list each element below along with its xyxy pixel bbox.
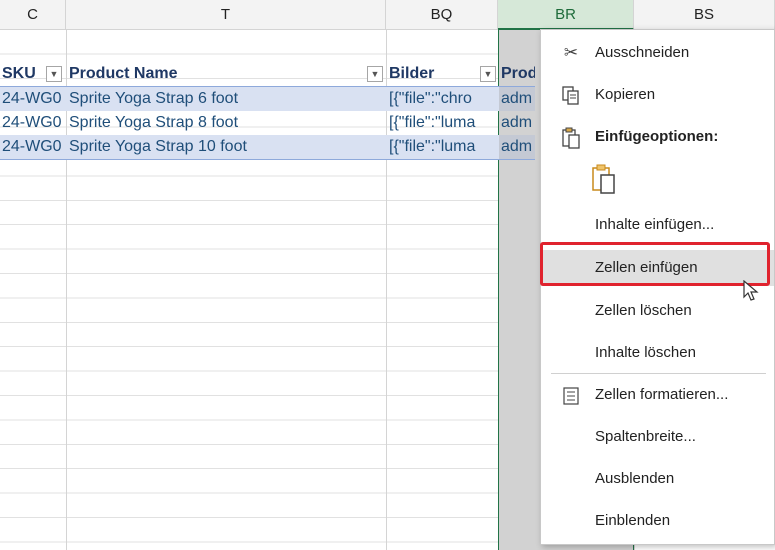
scissors-icon: ✂	[563, 43, 579, 62]
table-row: 24-WG0 Sprite Yoga Strap 10 foot [{"file…	[0, 135, 535, 160]
cell-prod[interactable]: adm	[499, 87, 535, 111]
cell-product-name[interactable]: Sprite Yoga Strap 8 foot	[67, 111, 386, 135]
cell-sku[interactable]: 24-WG0	[0, 111, 66, 135]
mouse-cursor-icon	[743, 279, 759, 307]
cell-prod[interactable]: adm	[499, 111, 535, 135]
filter-dropdown-icon[interactable]: ▼	[46, 66, 62, 82]
cell-product-name[interactable]: Sprite Yoga Strap 6 foot	[67, 87, 386, 111]
column-header-br[interactable]: BR	[498, 0, 634, 30]
highlight-box	[540, 242, 770, 286]
paste-button[interactable]	[541, 160, 774, 200]
format-cells-icon	[559, 380, 583, 410]
cell-product-name[interactable]: Sprite Yoga Strap 10 foot	[67, 135, 386, 159]
cell-prod[interactable]: adm	[499, 135, 535, 159]
cell-bilder[interactable]: [{"file":"luma	[387, 135, 498, 159]
menu-separator	[551, 373, 766, 374]
table-row: 24-WG0 Sprite Yoga Strap 8 foot [{"file"…	[0, 111, 535, 135]
header-prod[interactable]: Prod	[499, 62, 535, 86]
filter-dropdown-icon[interactable]: ▼	[367, 66, 383, 82]
menu-item-delete-cells[interactable]: Zellen löschen	[541, 296, 774, 326]
table-header-row: SKU ▼ Product Name ▼ Bilder ▼ Prod	[0, 62, 535, 87]
menu-item-column-width[interactable]: Spaltenbreite...	[541, 422, 774, 452]
menu-item-format-cells[interactable]: Zellen formatieren...	[541, 380, 774, 410]
paste-icon	[559, 122, 583, 152]
cell-sku[interactable]: 24-WG0	[0, 135, 66, 159]
header-product-name[interactable]: Product Name	[67, 62, 386, 86]
filter-dropdown-icon[interactable]: ▼	[480, 66, 496, 82]
table-row: 24-WG0 Sprite Yoga Strap 6 foot [{"file"…	[0, 87, 535, 111]
menu-item-paste-options: Einfügeoptionen:	[541, 122, 774, 152]
menu-item-unhide[interactable]: Einblenden	[541, 506, 774, 536]
copy-icon	[559, 80, 583, 110]
menu-item-copy[interactable]: Kopieren	[541, 80, 774, 110]
menu-item-paste-special[interactable]: Inhalte einfügen...	[541, 210, 774, 240]
cell-bilder[interactable]: [{"file":"chro	[387, 87, 498, 111]
paste-clipboard-icon	[591, 164, 615, 203]
cell-sku[interactable]: 24-WG0	[0, 87, 66, 111]
column-header-c[interactable]: C	[0, 0, 66, 30]
menu-item-clear-contents[interactable]: Inhalte löschen	[541, 338, 774, 368]
context-menu: ✂ Ausschneiden Kopieren Einfügeoptionen:	[540, 29, 775, 545]
menu-item-cut[interactable]: ✂ Ausschneiden	[541, 38, 774, 68]
column-header-bq[interactable]: BQ	[386, 0, 498, 30]
column-header-t[interactable]: T	[66, 0, 386, 30]
cell-bilder[interactable]: [{"file":"luma	[387, 111, 498, 135]
column-header-bs[interactable]: BS	[634, 0, 775, 30]
menu-item-hide[interactable]: Ausblenden	[541, 464, 774, 494]
